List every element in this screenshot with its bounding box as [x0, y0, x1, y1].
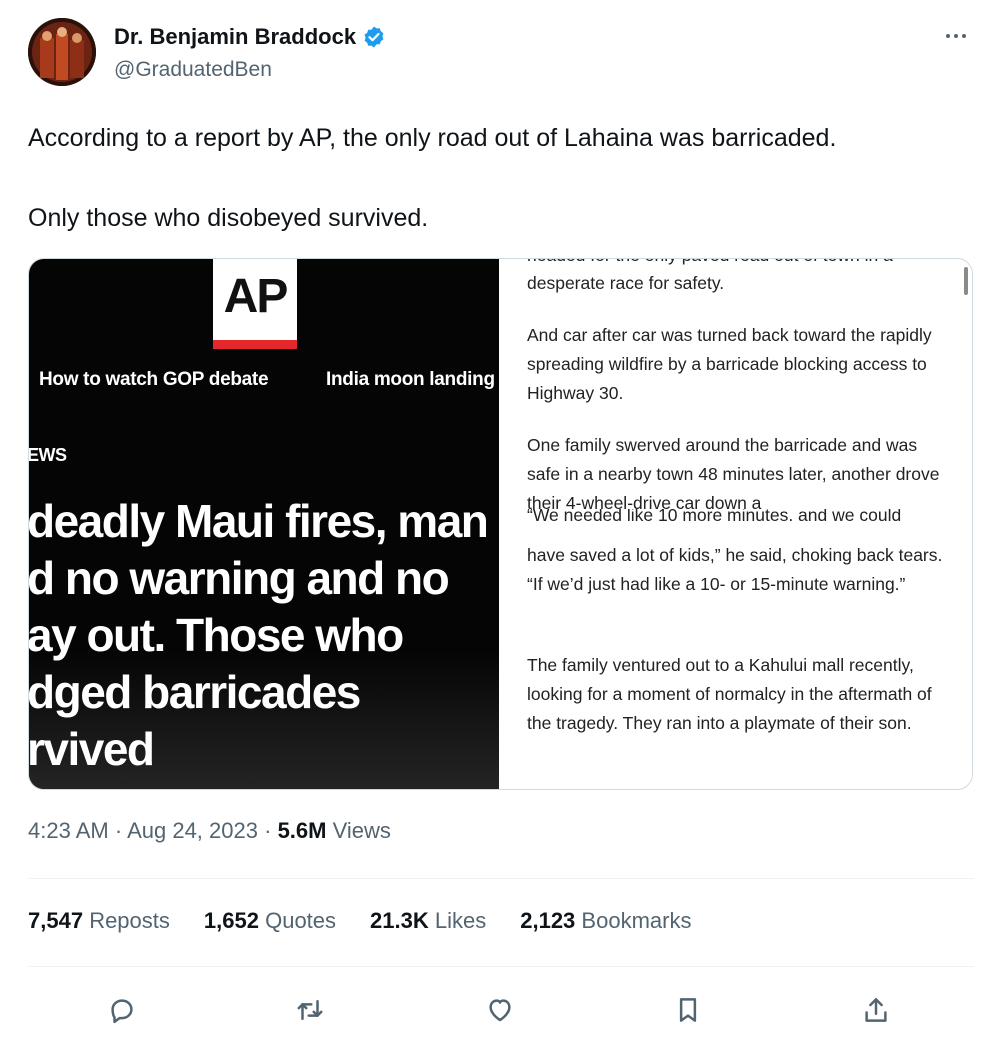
- headline-line: ay out. Those who: [29, 609, 404, 661]
- tweet-paragraph: Only those who disobeyed survived.: [28, 204, 429, 232]
- display-name-text[interactable]: Dr. Benjamin Braddock: [114, 24, 356, 50]
- scrollbar-thumb: [964, 267, 968, 295]
- like-button[interactable]: [478, 988, 522, 1032]
- display-name[interactable]: Dr. Benjamin Braddock: [114, 24, 386, 50]
- section-label: EWS: [29, 445, 67, 465]
- repost-icon: [297, 1000, 323, 1020]
- bookmarks-stat[interactable]: 2,123 Bookmarks: [520, 908, 691, 934]
- tweet-date[interactable]: Aug 24, 2023: [127, 818, 258, 843]
- reply-icon: [111, 999, 133, 1024]
- tweet-header: Dr. Benjamin Braddock @GraduatedBen: [28, 18, 974, 90]
- article-paragraph: The family ventured out to a Kahului mal…: [527, 655, 932, 733]
- avatar[interactable]: [28, 18, 96, 86]
- article-paragraph: And car after car was turned back toward…: [527, 325, 932, 403]
- article-cut-line: “We needed like 10 more minutes, and we …: [527, 509, 902, 521]
- repost-button[interactable]: [288, 988, 332, 1032]
- divider: [28, 966, 974, 967]
- ap-logo: AP: [213, 259, 297, 349]
- headline-line: d no warning and no: [29, 552, 450, 604]
- user-handle[interactable]: @GraduatedBen: [114, 58, 272, 82]
- bookmark-button[interactable]: [666, 988, 710, 1032]
- article-paragraph: desperate race for safety.: [527, 273, 725, 293]
- tweet-text: According to a report by AP, the only ro…: [28, 118, 974, 238]
- ap-logo-accent: [213, 340, 297, 349]
- engagement-stats: 7,547 Reposts 1,652 Quotes 21.3K Likes 2…: [28, 908, 691, 934]
- views-count[interactable]: 5.6M: [278, 818, 327, 843]
- share-icon: [865, 998, 887, 1022]
- ap-logo-text: AP: [223, 270, 289, 323]
- quotes-stat[interactable]: 1,652 Quotes: [204, 908, 336, 934]
- like-icon: [489, 999, 511, 1022]
- more-options-icon[interactable]: [938, 22, 974, 50]
- action-bar: [100, 988, 900, 1032]
- verified-badge-icon: [364, 26, 384, 48]
- media-image-right[interactable]: headed for the only paved road out of to…: [499, 259, 972, 789]
- reply-button[interactable]: [100, 988, 144, 1032]
- tweet-media[interactable]: AP How to watch GOP debate India moon la…: [28, 258, 973, 790]
- tweet-time[interactable]: 4:23 AM: [28, 818, 109, 843]
- media-image-left[interactable]: AP How to watch GOP debate India moon la…: [29, 259, 499, 789]
- meta-separator: ·: [114, 818, 123, 843]
- headline-line: rvived: [29, 723, 155, 775]
- ap-nav-link: India moon landing: [326, 369, 495, 390]
- article-headline: deadly Maui fires, man d no warning and …: [29, 493, 499, 778]
- headline-line: dged barricades: [29, 666, 361, 718]
- meta-separator: ·: [264, 818, 272, 843]
- article-paragraph: One family swerved around the barricade …: [527, 435, 940, 513]
- divider: [28, 878, 974, 879]
- ap-nav-link: How to watch GOP debate: [39, 369, 269, 390]
- reposts-stat[interactable]: 7,547 Reposts: [28, 908, 170, 934]
- headline-line: deadly Maui fires, man: [29, 495, 489, 547]
- tweet-paragraph: According to a report by AP, the only ro…: [28, 124, 837, 152]
- article-paragraph: have saved a lot of kids,” he said, chok…: [527, 545, 943, 594]
- views-label[interactable]: Views: [333, 818, 391, 843]
- share-button[interactable]: [854, 988, 898, 1032]
- likes-stat[interactable]: 21.3K Likes: [370, 908, 486, 934]
- bookmark-icon: [679, 998, 697, 1022]
- tweet-meta: 4:23 AM · Aug 24, 2023 · 5.6M Views: [28, 818, 391, 844]
